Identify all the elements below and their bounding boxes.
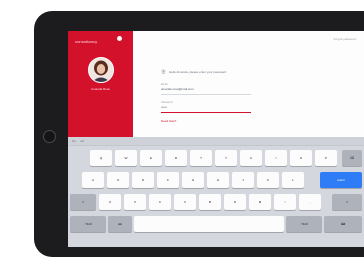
password-value: •••••• [161,105,168,109]
key-sym[interactable]: ! [274,194,296,210]
key-b[interactable]: B [199,194,221,210]
key-z[interactable]: Z [99,194,121,210]
numbers-left-key[interactable]: .?123 [70,216,106,232]
shift-left-key[interactable]: ⇧ [70,194,96,210]
key-k[interactable]: K [257,172,279,188]
space-key[interactable] [134,216,284,232]
home-button[interactable] [43,130,56,143]
shift-right-key[interactable]: ⇧ [332,194,362,210]
key-q[interactable]: Q [90,150,112,166]
user-icon [161,69,166,74]
brand-logo-text: consultancy [75,39,98,44]
profile-sidebar: consultancy Amanda Rose [68,31,133,137]
login-panel: Forgot password Hello Amanda, please ent… [133,31,364,137]
key-s[interactable]: S [107,172,129,188]
key-i[interactable]: I [265,150,287,166]
key-n[interactable]: N [224,194,246,210]
key-m[interactable]: M [249,194,271,210]
password-underline [161,112,251,113]
return-key[interactable]: return [320,172,362,188]
key-h[interactable]: H [207,172,229,188]
key-e[interactable]: E [140,150,162,166]
key-d[interactable]: D [132,172,154,188]
dismiss-keyboard-key[interactable]: ⌨ [324,216,362,232]
avatar [88,57,114,83]
greeting-message: Hello Amanda, please enter your password [169,69,227,74]
key-v[interactable]: V [174,194,196,210]
key-c[interactable]: C [149,194,171,210]
key-g[interactable]: G [182,172,204,188]
key-p[interactable]: P [315,150,337,166]
backspace-key[interactable]: ⌫ [342,150,362,166]
undo-icon[interactable] [72,139,76,143]
key-x[interactable]: X [124,194,146,210]
numbers-right-key[interactable]: .?123 [286,216,322,232]
email-underline [161,94,251,95]
email-value: amanda.rose@mail.com [161,87,194,91]
key-o[interactable]: O [290,150,312,166]
key-y[interactable]: Y [215,150,237,166]
key-a[interactable]: A [82,172,104,188]
key-f[interactable]: F [157,172,179,188]
key-t[interactable]: T [190,150,212,166]
key-l[interactable]: L [282,172,304,188]
key-sym[interactable]: , [299,194,321,210]
password-field[interactable]: Password •••••• [161,101,251,113]
tablet-screen: consultancy Amanda Rose Forgot password … [68,31,364,247]
key-u[interactable]: U [240,150,262,166]
email-label: Email [161,83,168,86]
help-link[interactable]: Need help? [161,119,176,123]
password-label: Password [161,101,173,104]
keyboard-toolbar [68,137,364,146]
key-w[interactable]: W [115,150,137,166]
redo-icon[interactable] [80,139,84,143]
brand-mark-icon [117,36,122,41]
key-r[interactable]: R [165,150,187,166]
email-field[interactable]: Email amanda.rose@mail.com [161,83,251,95]
key-j[interactable]: J [232,172,254,188]
onscreen-keyboard: QWERTYUIOP ⌫ ASDFGHJKL return ⇧ Z X C V B N M!… [68,137,364,247]
profile-name: Amanda Rose [90,87,110,91]
tab-key[interactable]: tab [108,216,132,232]
header-link[interactable]: Forgot password [334,37,356,41]
